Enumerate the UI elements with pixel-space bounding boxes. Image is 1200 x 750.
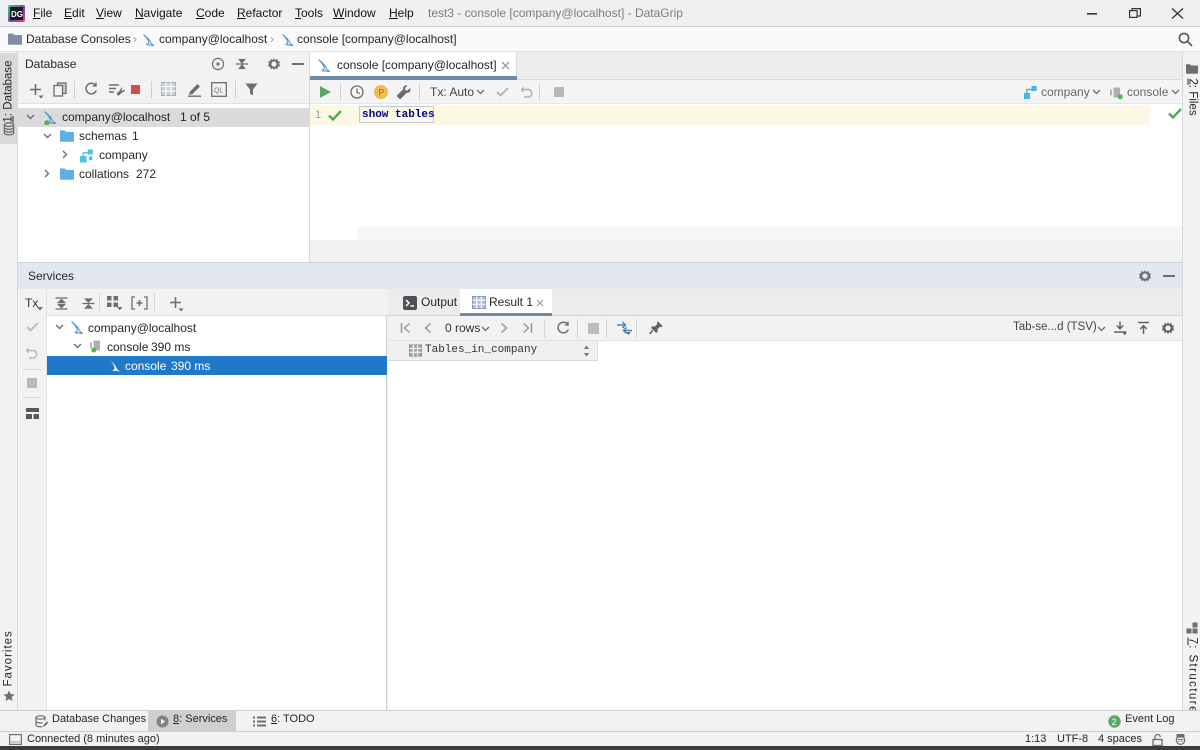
svg-text:DG: DG [11, 10, 23, 19]
svg-text:QL: QL [214, 88, 223, 95]
svg-text:P: P [378, 87, 384, 97]
svg-text:2: 2 [1112, 717, 1117, 727]
